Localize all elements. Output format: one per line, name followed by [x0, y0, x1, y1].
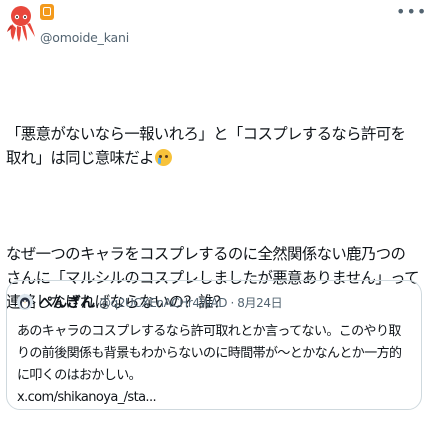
- quoted-author-avatar[interactable]: [17, 294, 33, 310]
- author-handle[interactable]: @omoide_kani: [40, 30, 129, 45]
- more-options-icon[interactable]: •••: [396, 4, 426, 20]
- quoted-tweet[interactable]: ぺんぎん @q2UCXEnACHr4WAD · 8月24日 あのキャラのコスプレ…: [6, 280, 422, 410]
- quoted-tweet-header: ぺんぎん @q2UCXEnACHr4WAD · 8月24日: [17, 291, 283, 313]
- author-avatar[interactable]: [6, 4, 40, 44]
- tweet[interactable]: @omoide_kani ••• 「悪意がないなら一報いれろ」と「コスプレするな…: [0, 0, 430, 430]
- tweet-paragraph-1: 「悪意がないなら一報いれろ」と「コスプレするなら許可を取れ」は同じ意味だよ: [6, 122, 420, 170]
- author-display-name[interactable]: [40, 2, 54, 22]
- octopus-icon: [7, 6, 35, 42]
- quoted-author-meta: @q2UCXEnACHr4WAD · 8月24日: [99, 295, 283, 310]
- orange-emoji-icon: [40, 4, 54, 20]
- quoted-tweet-body: あのキャラのコスプレするなら許可取れとか言ってない。このやり取りの前後関係も背景…: [17, 324, 402, 383]
- tweet-paragraph-1-text: 「悪意がないなら一報いれろ」と「コスプレするなら許可を取れ」は同じ意味だよ: [6, 125, 406, 167]
- quoted-tweet-text: あのキャラのコスプレするなら許可取れとか言ってない。このやり取りの前後関係も背景…: [17, 321, 413, 409]
- quoted-author-name[interactable]: ぺんぎん: [39, 292, 95, 312]
- quoted-tweet-link[interactable]: x.com/shikanoya_/sta...: [17, 390, 157, 405]
- crying-face-icon: [154, 149, 172, 166]
- penguin-icon: [20, 297, 30, 309]
